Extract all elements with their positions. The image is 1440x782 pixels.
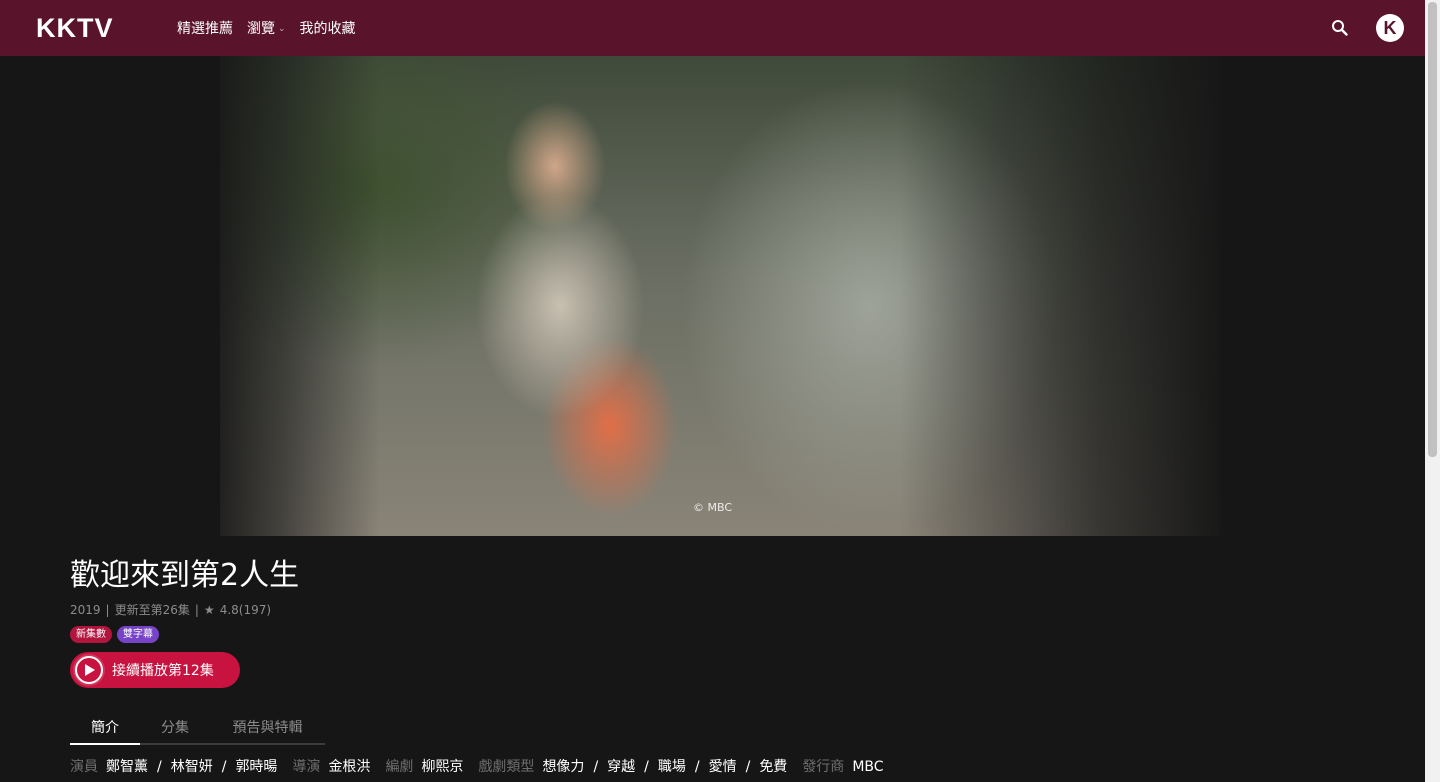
- tab-episodes[interactable]: 分集: [140, 713, 210, 743]
- genre-group: 戲劇類型 想像力 / 穿越 / 職場 / 愛情 / 免費: [478, 757, 787, 777]
- nav-item-browse[interactable]: 瀏覽 ⌄: [247, 18, 286, 38]
- cast-label: 演員: [70, 759, 98, 775]
- show-badges: 新集數 雙字幕: [70, 626, 159, 643]
- hero-fade-right: [900, 56, 1230, 536]
- separator: /: [745, 759, 751, 775]
- top-navigation-bar: KKTV 精選推薦 瀏覽 ⌄ 我的收藏 K: [0, 0, 1425, 56]
- continue-play-label: 接續播放第12集: [112, 663, 214, 679]
- separator: /: [157, 759, 162, 775]
- publisher-group: 發行商 MBC: [802, 757, 883, 777]
- badge-dual-subtitles: 雙字幕: [117, 626, 159, 643]
- show-year: 2019: [70, 602, 101, 617]
- publisher-label: 發行商: [802, 759, 845, 775]
- genre-link[interactable]: 免費: [759, 757, 787, 777]
- nav-item-label: 我的收藏: [299, 21, 356, 37]
- director-label: 導演: [292, 759, 321, 775]
- genre-link[interactable]: 穿越: [607, 757, 635, 777]
- genre-link[interactable]: 愛情: [709, 757, 737, 777]
- publisher-link[interactable]: MBC: [852, 757, 883, 777]
- genre-link[interactable]: 想像力: [542, 757, 584, 777]
- cast-link[interactable]: 鄭智薰: [106, 757, 148, 777]
- cast-group: 演員 鄭智薰 / 林智妍 / 郭時暘: [70, 757, 277, 777]
- show-update-status: 更新至第26集: [114, 603, 190, 617]
- image-copyright: © MBC: [693, 501, 733, 514]
- separator: /: [593, 759, 599, 775]
- show-rating: 4.8(197): [219, 602, 272, 617]
- detail-tabs: 簡介 分集 預告與特輯: [70, 713, 325, 745]
- search-icon[interactable]: [1330, 18, 1350, 38]
- separator: /: [644, 759, 649, 775]
- meta-divider: |: [105, 602, 110, 617]
- nav-item-label: 瀏覽: [247, 21, 275, 37]
- separator: /: [694, 759, 700, 775]
- writer-group: 編劇 柳熙京: [385, 757, 463, 777]
- nav-item-featured[interactable]: 精選推薦: [177, 18, 233, 38]
- badge-new-episodes: 新集數: [70, 626, 112, 643]
- tab-synopsis[interactable]: 簡介: [70, 713, 140, 745]
- main-nav: 精選推薦 瀏覽 ⌄ 我的收藏: [177, 0, 356, 56]
- hero-banner: © MBC: [0, 56, 1425, 536]
- user-avatar[interactable]: K: [1376, 14, 1404, 42]
- credits-row: 演員 鄭智薰 / 林智妍 / 郭時暘 導演 金根洪 編劇 柳熙京 戲劇類型 想像…: [70, 757, 899, 777]
- tab-trailers[interactable]: 預告與特輯: [210, 713, 325, 743]
- genre-label: 戲劇類型: [478, 759, 535, 775]
- nav-item-label: 精選推薦: [177, 21, 233, 37]
- genre-link[interactable]: 職場: [658, 757, 686, 777]
- director-group: 導演 金根洪: [292, 757, 370, 777]
- nav-item-my-collection[interactable]: 我的收藏: [300, 18, 356, 38]
- scrollbar-thumb[interactable]: [1428, 2, 1437, 457]
- show-title: 歡迎來到第2人生: [70, 558, 300, 593]
- separator: /: [221, 759, 227, 775]
- page-scrollbar[interactable]: [1425, 0, 1440, 782]
- star-icon: ★: [203, 602, 215, 617]
- kktv-logo[interactable]: KKTV: [36, 14, 114, 42]
- meta-divider: |: [194, 602, 199, 617]
- director-link[interactable]: 金根洪: [328, 757, 370, 777]
- continue-play-button[interactable]: 接續播放第12集: [70, 652, 240, 688]
- writer-label: 編劇: [385, 759, 414, 775]
- cast-link[interactable]: 郭時暘: [235, 757, 277, 777]
- hero-fade-left: [200, 56, 380, 536]
- writer-link[interactable]: 柳熙京: [421, 757, 463, 777]
- play-icon: [75, 656, 103, 684]
- show-meta: 2019 | 更新至第26集 | ★ 4.8(197): [70, 601, 271, 618]
- cast-link[interactable]: 林智妍: [171, 757, 213, 777]
- chevron-down-icon: ⌄: [278, 24, 286, 34]
